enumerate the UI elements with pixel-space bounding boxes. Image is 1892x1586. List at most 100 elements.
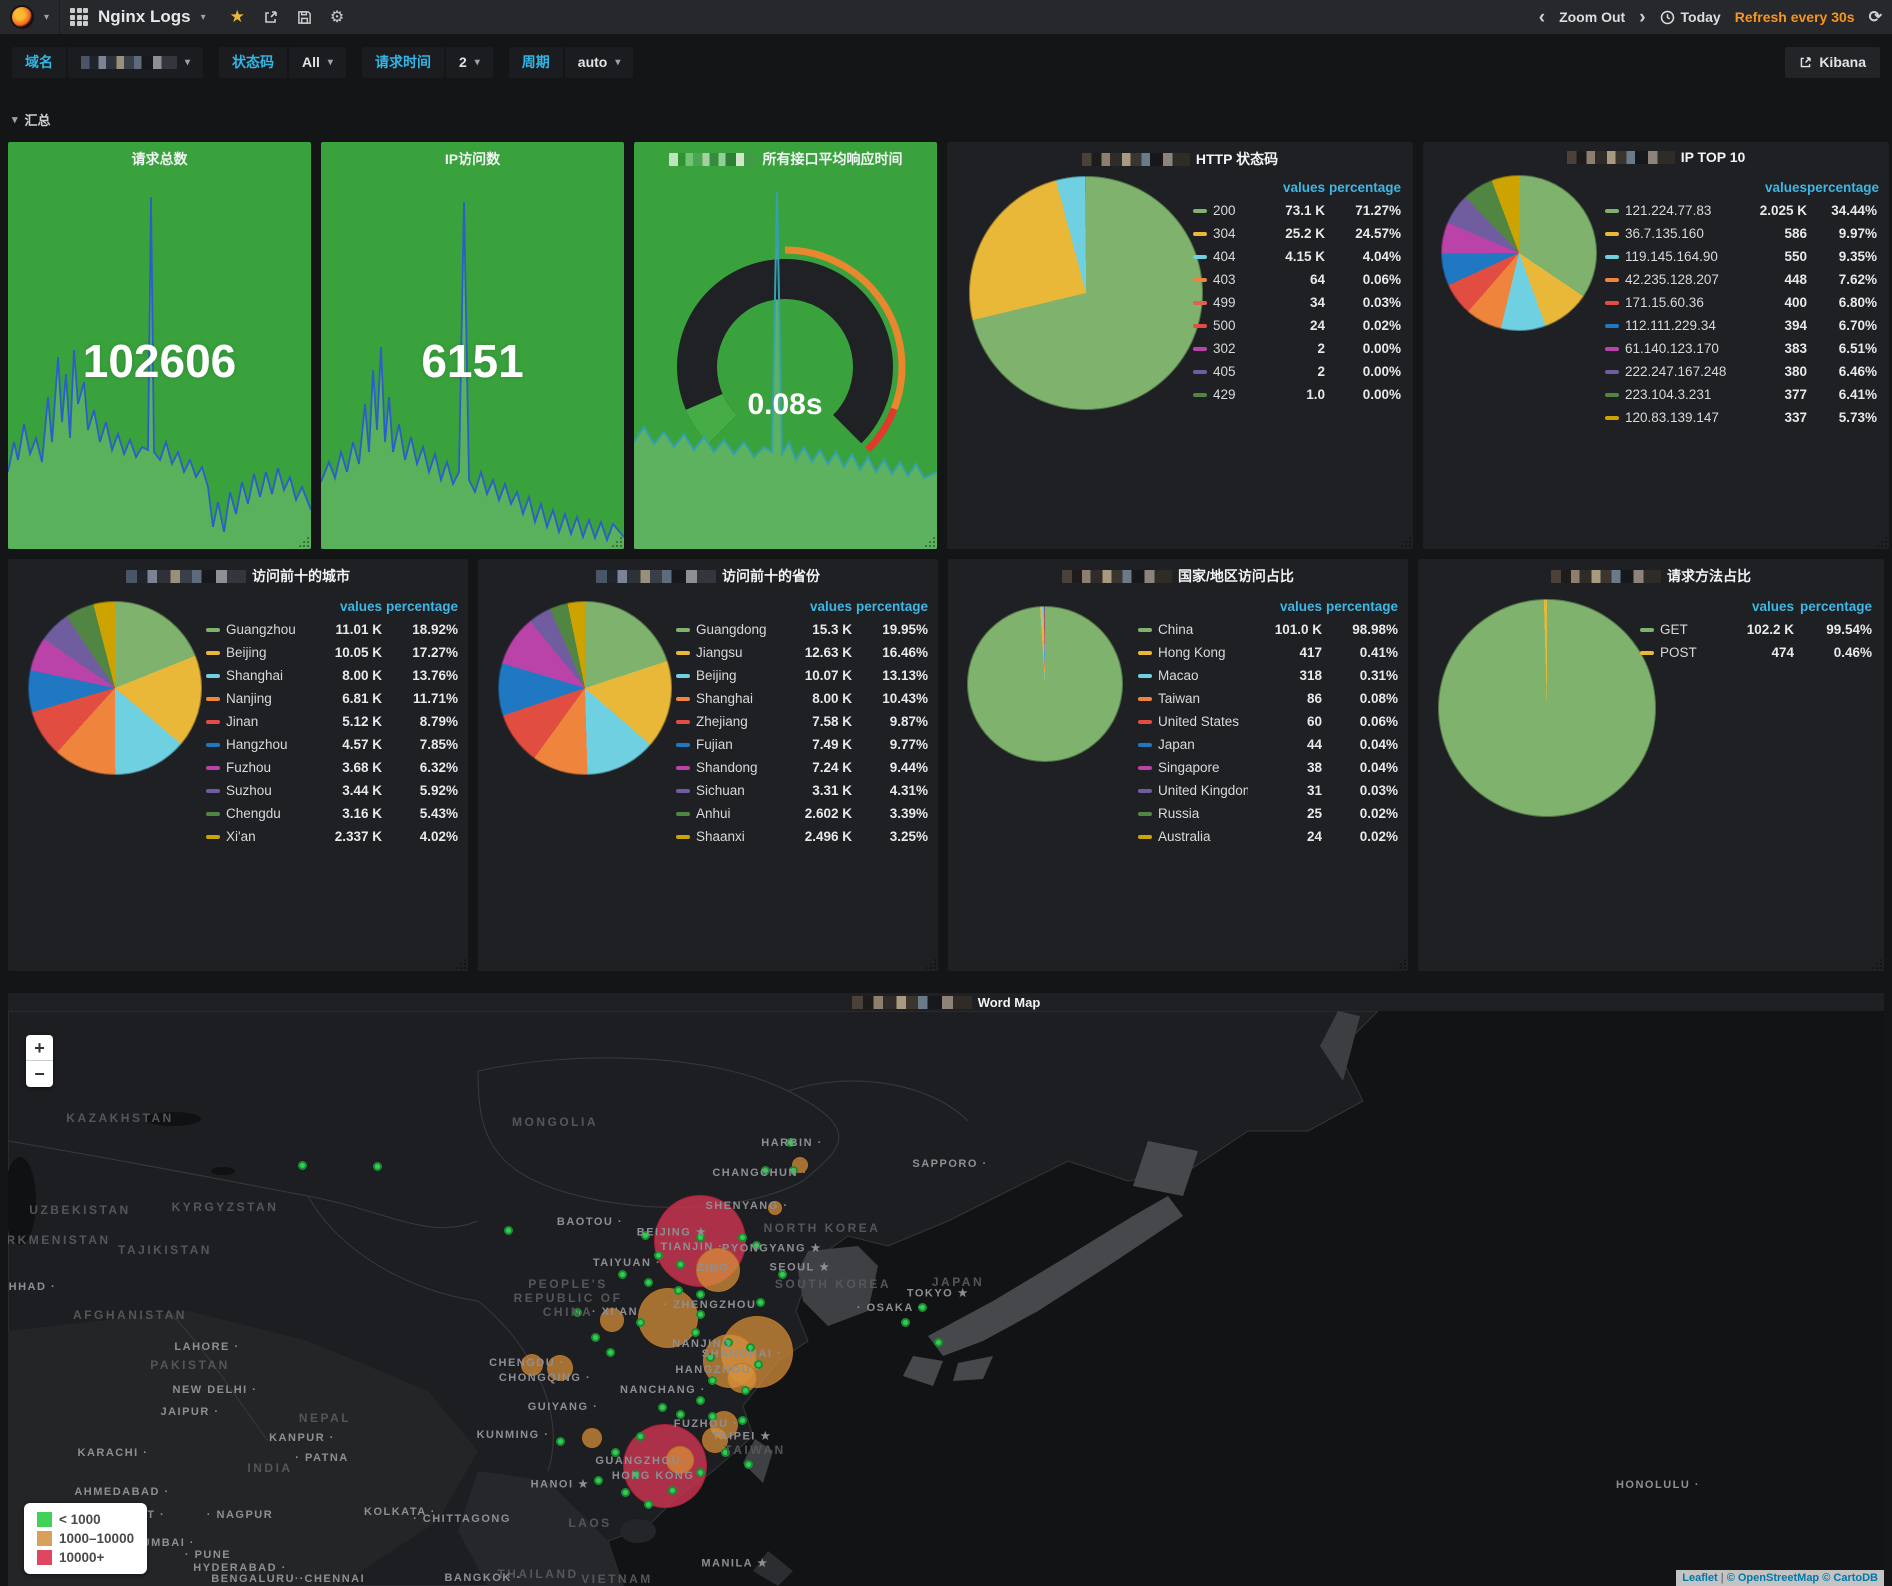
resize-handle[interactable] — [925, 958, 936, 969]
legend-row[interactable]: 30220.00% — [1193, 337, 1401, 360]
panel-title[interactable]: 所有接口平均响应时间 — [634, 149, 937, 169]
panel-title[interactable]: HTTP 状态码 — [947, 149, 1413, 169]
panel-title[interactable]: 访问前十的城市 — [8, 566, 468, 586]
row-collapse-toggle[interactable]: ▾ 汇总 — [12, 110, 51, 129]
legend-row[interactable]: 222.247.167.2483806.46% — [1605, 360, 1877, 383]
domain-filter-dropdown[interactable]: ▾ — [68, 47, 203, 78]
panel-title[interactable]: 访问前十的省份 — [478, 566, 938, 586]
map-marker-green[interactable] — [691, 1328, 700, 1337]
legend-row[interactable]: 121.224.77.832.025 K34.44% — [1605, 199, 1877, 222]
zoom-out-button[interactable]: Zoom Out — [1559, 9, 1625, 25]
status-filter-dropdown[interactable]: All▾ — [289, 47, 346, 78]
legend-row[interactable]: Beijing10.07 K13.13% — [676, 664, 928, 687]
refresh-icon[interactable]: ⟳ — [1869, 7, 1882, 27]
chevron-down-icon[interactable]: ▾ — [44, 12, 49, 23]
legend-row[interactable]: 36.7.135.1605869.97% — [1605, 222, 1877, 245]
legend-row[interactable]: Fujian7.49 K9.77% — [676, 733, 928, 756]
map-marker-green[interactable] — [644, 1278, 653, 1287]
legend-row[interactable]: 403640.06% — [1193, 268, 1401, 291]
map-marker-green[interactable] — [934, 1338, 943, 1347]
map-marker-green[interactable] — [621, 1488, 630, 1497]
period-filter-dropdown[interactable]: auto▾ — [565, 47, 634, 78]
legend-row[interactable]: Macao3180.31% — [1138, 664, 1398, 687]
time-range-button[interactable]: Today — [1660, 9, 1721, 25]
map-marker-green[interactable] — [606, 1348, 615, 1357]
legend-row[interactable]: Xi'an2.337 K4.02% — [206, 825, 458, 848]
zoom-out-button[interactable]: − — [26, 1061, 53, 1087]
map-marker-green[interactable] — [696, 1396, 705, 1405]
map-marker-green[interactable] — [668, 1486, 677, 1495]
panel-title[interactable]: 请求方法占比 — [1418, 566, 1884, 586]
save-icon[interactable] — [297, 10, 312, 25]
legend-row[interactable]: United Kingdom310.03% — [1138, 779, 1398, 802]
legend-row[interactable]: Japan440.04% — [1138, 733, 1398, 756]
legend-row[interactable]: 61.140.123.1703836.51% — [1605, 337, 1877, 360]
map-canvas[interactable]: KAZAKHSTANMONGOLIAUZBEKISTANKYRGYZSTANTU… — [8, 1011, 1884, 1586]
legend-row[interactable]: 40520.00% — [1193, 360, 1401, 383]
reqtime-filter-dropdown[interactable]: 2▾ — [446, 47, 493, 78]
map-marker-green[interactable] — [636, 1318, 645, 1327]
legend-row[interactable]: Australia240.02% — [1138, 825, 1398, 848]
chevron-down-icon[interactable]: ▾ — [201, 12, 206, 23]
panel-title[interactable]: 请求总数 — [8, 149, 311, 169]
resize-handle[interactable] — [455, 958, 466, 969]
cartodb-link[interactable]: © CartoDB — [1822, 1572, 1878, 1584]
resize-handle[interactable] — [1395, 958, 1406, 969]
map-marker-green[interactable] — [676, 1260, 685, 1269]
legend-row[interactable]: Hong Kong4170.41% — [1138, 641, 1398, 664]
panel-title[interactable]: IP TOP 10 — [1423, 149, 1889, 165]
legend-row[interactable]: Anhui2.602 K3.39% — [676, 802, 928, 825]
legend-row[interactable]: Shanghai8.00 K13.76% — [206, 664, 458, 687]
panel-title[interactable]: 国家/地区访问占比 — [948, 566, 1408, 586]
legend-row[interactable]: 223.104.3.2313776.41% — [1605, 383, 1877, 406]
legend-row[interactable]: POST4740.46% — [1640, 641, 1872, 664]
legend-row[interactable]: Jinan5.12 K8.79% — [206, 710, 458, 733]
legend-row[interactable]: Hangzhou4.57 K7.85% — [206, 733, 458, 756]
legend-row[interactable]: Jiangsu12.63 K16.46% — [676, 641, 928, 664]
map-marker-green[interactable] — [556, 1437, 565, 1446]
panel-title[interactable]: Word Map — [8, 995, 1884, 1010]
gear-icon[interactable]: ⚙ — [330, 7, 344, 27]
map-marker-green[interactable] — [741, 1386, 750, 1395]
legend-row[interactable]: Taiwan860.08% — [1138, 687, 1398, 710]
legend-row[interactable]: Shanghai8.00 K10.43% — [676, 687, 928, 710]
legend-row[interactable]: 171.15.60.364006.80% — [1605, 291, 1877, 314]
legend-row[interactable]: 4044.15 K4.04% — [1193, 245, 1401, 268]
resize-handle[interactable] — [1876, 536, 1887, 547]
legend-row[interactable]: 42.235.128.2074487.62% — [1605, 268, 1877, 291]
zoom-in-button[interactable]: + — [26, 1035, 53, 1061]
map-marker-green[interactable] — [644, 1500, 653, 1509]
legend-row[interactable]: Sichuan3.31 K4.31% — [676, 779, 928, 802]
legend-row[interactable]: Suzhou3.44 K5.92% — [206, 779, 458, 802]
legend-row[interactable]: 119.145.164.905509.35% — [1605, 245, 1877, 268]
map-marker-green[interactable] — [738, 1233, 747, 1242]
legend-row[interactable]: China101.0 K98.98% — [1138, 618, 1398, 641]
time-back-icon[interactable]: ‹ — [1539, 8, 1545, 27]
star-icon[interactable]: ★ — [230, 7, 245, 27]
map-marker-green[interactable] — [696, 1290, 705, 1299]
legend-row[interactable]: GET102.2 K99.54% — [1640, 618, 1872, 641]
map-marker-orange[interactable] — [582, 1428, 602, 1448]
legend-row[interactable]: Nanjing6.81 K11.71% — [206, 687, 458, 710]
legend-row[interactable]: Chengdu3.16 K5.43% — [206, 802, 458, 825]
legend-row[interactable]: Guangdong15.3 K19.95% — [676, 618, 928, 641]
map-marker-green[interactable] — [674, 1286, 683, 1295]
openstreetmap-link[interactable]: © OpenStreetMap — [1727, 1572, 1819, 1584]
share-icon[interactable] — [263, 9, 279, 25]
legend-row[interactable]: Guangzhou11.01 K18.92% — [206, 618, 458, 641]
legend-row[interactable]: United States600.06% — [1138, 710, 1398, 733]
legend-row[interactable]: Singapore380.04% — [1138, 756, 1398, 779]
time-forward-icon[interactable]: › — [1639, 8, 1645, 27]
map-marker-green[interactable] — [744, 1460, 753, 1469]
map-marker-green[interactable] — [504, 1226, 513, 1235]
kibana-link-button[interactable]: Kibana — [1785, 47, 1880, 78]
legend-row[interactable]: 4291.00.00% — [1193, 383, 1401, 406]
legend-row[interactable]: 120.83.139.1473375.73% — [1605, 406, 1877, 429]
map-marker-green[interactable] — [298, 1161, 307, 1170]
map-marker-green[interactable] — [658, 1403, 667, 1412]
refresh-interval-button[interactable]: Refresh every 30s — [1735, 9, 1855, 25]
legend-row[interactable]: 499340.03% — [1193, 291, 1401, 314]
map-marker-green[interactable] — [756, 1298, 765, 1307]
map-marker-green[interactable] — [738, 1416, 747, 1425]
map-marker-green[interactable] — [708, 1376, 717, 1385]
